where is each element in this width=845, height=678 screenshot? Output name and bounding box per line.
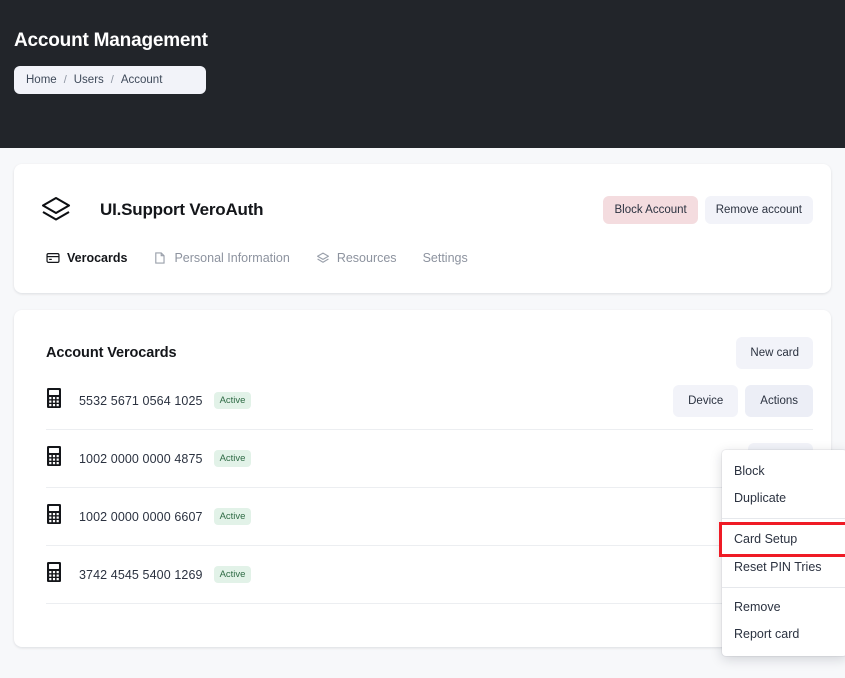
card-number: 5532 5671 0564 1025 [79, 394, 203, 408]
table-row: 1002 0000 0000 6607 Active Device [46, 488, 813, 546]
account-verocards-card: Account Verocards New card 553 [14, 310, 831, 647]
device-button[interactable]: Device [673, 385, 738, 417]
menu-item-report-card[interactable]: Report card [722, 621, 845, 648]
menu-item-card-setup[interactable]: Card Setup [722, 525, 845, 554]
card-number: 1002 0000 0000 6607 [79, 510, 203, 524]
device-icon [46, 561, 62, 588]
block-account-button[interactable]: Block Account [603, 196, 697, 224]
document-icon [153, 251, 167, 265]
tab-label: Resources [337, 250, 397, 266]
breadcrumb-separator: / [64, 74, 67, 86]
tab-label: Personal Information [174, 250, 289, 266]
status-badge: Active [214, 508, 252, 525]
remove-account-button[interactable]: Remove account [705, 196, 813, 224]
verocards-list: 5532 5671 0564 1025 Active Device Action… [14, 372, 831, 604]
verocards-header: Account Verocards New card [14, 310, 831, 372]
tab-label: Verocards [67, 250, 127, 266]
device-icon [46, 503, 62, 530]
actions-button[interactable]: Actions [745, 385, 813, 417]
menu-item-remove[interactable]: Remove [722, 594, 845, 621]
breadcrumb-item-users[interactable]: Users [74, 74, 104, 86]
status-badge: Active [214, 450, 252, 467]
menu-divider [722, 518, 845, 519]
menu-item-block[interactable]: Block [722, 458, 845, 485]
account-tabs: Verocards Personal Information [14, 250, 831, 266]
page-header: Account Management Home / Users / Accoun… [0, 0, 845, 148]
layers-icon [316, 251, 330, 265]
device-icon [46, 445, 62, 472]
device-icon [46, 387, 62, 414]
table-row: 3742 4545 5400 1269 Active Device [46, 546, 813, 604]
breadcrumb-item-home[interactable]: Home [26, 74, 57, 86]
card-number: 1002 0000 0000 4875 [79, 452, 203, 466]
new-card-button[interactable]: New card [736, 337, 813, 369]
table-row: 1002 0000 0000 4875 Active Device [46, 430, 813, 488]
actions-dropdown-menu: Block Duplicate Card Setup Reset PIN Tri… [722, 450, 845, 656]
tab-settings[interactable]: Settings [423, 250, 468, 266]
breadcrumb-item-account[interactable]: Account [121, 74, 163, 86]
account-name: UI.Support VeroAuth [100, 200, 263, 220]
table-row: 5532 5671 0564 1025 Active Device Action… [46, 372, 813, 430]
tab-label: Settings [423, 250, 468, 266]
row-action-buttons: Device Actions [673, 385, 813, 417]
menu-item-duplicate[interactable]: Duplicate [722, 485, 845, 512]
page-body: UI.Support VeroAuth Block Account Remove… [0, 148, 845, 647]
verocards-title: Account Verocards [46, 345, 176, 361]
tab-personal-information[interactable]: Personal Information [153, 250, 289, 266]
card-number: 3742 4545 5400 1269 [79, 568, 203, 582]
page-title: Account Management [14, 30, 845, 52]
breadcrumb-separator: / [111, 74, 114, 86]
card-icon [46, 251, 60, 265]
account-summary-card: UI.Support VeroAuth Block Account Remove… [14, 164, 831, 293]
tab-verocards[interactable]: Verocards [46, 250, 127, 266]
menu-item-reset-pin-tries[interactable]: Reset PIN Tries [722, 554, 845, 581]
menu-divider [722, 587, 845, 588]
status-badge: Active [214, 566, 252, 583]
tab-resources[interactable]: Resources [316, 250, 397, 266]
status-badge: Active [214, 392, 252, 409]
account-header-row: UI.Support VeroAuth Block Account Remove… [14, 164, 831, 236]
breadcrumb: Home / Users / Account [14, 66, 206, 94]
account-action-buttons: Block Account Remove account [603, 196, 813, 224]
layers-icon [36, 190, 76, 230]
